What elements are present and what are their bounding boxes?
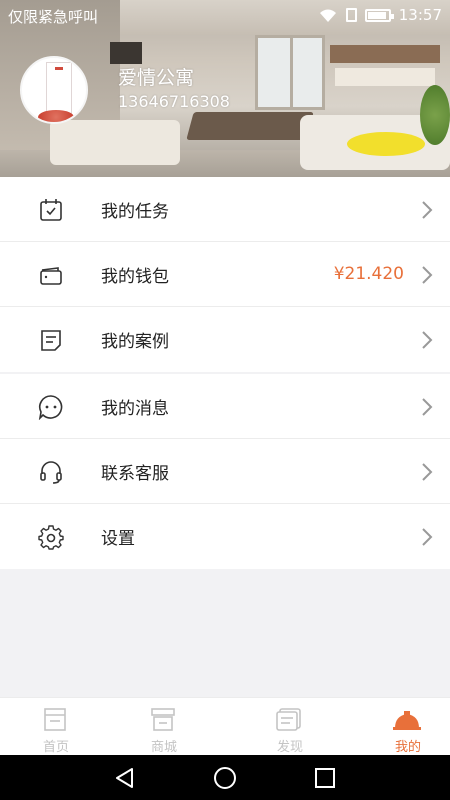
chevron-right-icon xyxy=(422,266,433,284)
menu-item-label: 联系客服 xyxy=(101,463,169,484)
menu-item-my-wallet[interactable]: 我的钱包 ¥21.420 xyxy=(0,242,450,307)
tab-label: 发现 xyxy=(276,740,303,755)
header-background-plant xyxy=(420,85,450,145)
battery-icon xyxy=(364,8,394,22)
avatar[interactable] xyxy=(20,56,88,124)
wallet-icon xyxy=(40,267,62,285)
profile-phone: 13646716308 xyxy=(118,92,230,111)
wifi-icon xyxy=(319,9,336,22)
tab-profile[interactable]: 我的 xyxy=(352,698,450,756)
menu-item-settings[interactable]: 设置 xyxy=(0,504,450,569)
header-background-table xyxy=(186,112,314,140)
tab-discover[interactable]: 发现 xyxy=(234,698,346,756)
shop-icon xyxy=(151,708,175,731)
wallet-balance: ¥21.420 xyxy=(333,264,404,284)
clock: 13:57 xyxy=(398,6,442,24)
header-background-stool xyxy=(347,132,425,156)
carrier-text: 仅限紧急呼叫 xyxy=(8,8,99,26)
menu-item-label: 我的消息 xyxy=(101,398,169,419)
tab-home[interactable]: 首页 xyxy=(0,698,112,756)
home-icon xyxy=(44,708,66,731)
discover-icon xyxy=(276,708,301,731)
status-bar: 仅限紧急呼叫 13:57 xyxy=(0,0,450,32)
home-circle-icon[interactable] xyxy=(213,766,237,790)
menu-item-my-tasks[interactable]: 我的任务 xyxy=(0,177,450,242)
profile-header: 仅限紧急呼叫 13:57 爱情公寓 13646716308 xyxy=(0,0,450,177)
menu-item-label: 设置 xyxy=(101,529,135,549)
bottom-tab-bar: 首页 商城 发现 我的 xyxy=(0,697,450,755)
chevron-right-icon xyxy=(422,463,433,481)
menu-item-label: 我的案例 xyxy=(101,332,169,352)
case-document-icon xyxy=(41,330,61,351)
gear-icon xyxy=(38,525,64,550)
headset-icon xyxy=(40,461,62,484)
menu-item-contact-support[interactable]: 联系客服 xyxy=(0,439,450,504)
chevron-right-icon xyxy=(422,331,433,349)
menu-item-my-messages[interactable]: 我的消息 xyxy=(0,374,450,439)
header-background-tv xyxy=(110,42,142,64)
menu-item-label: 我的钱包 xyxy=(101,266,169,287)
header-background-sofa xyxy=(50,120,180,165)
header-background-window xyxy=(255,35,325,110)
profile-helmet-icon xyxy=(393,711,421,730)
menu-group-support: 我的消息 联系客服 设置 xyxy=(0,374,450,569)
sim-icon xyxy=(345,8,357,22)
profile-name[interactable]: 爱情公寓 xyxy=(118,63,194,90)
task-calendar-icon xyxy=(40,199,62,221)
tab-label: 我的 xyxy=(394,740,421,755)
back-icon[interactable] xyxy=(113,766,137,790)
recents-square-icon[interactable] xyxy=(313,766,337,790)
menu-group-account: 我的任务 我的钱包 ¥21.420 我的案例 xyxy=(0,177,450,372)
header-background-counter xyxy=(335,68,435,86)
chevron-right-icon xyxy=(422,398,433,416)
tab-label: 商城 xyxy=(150,740,177,755)
chevron-right-icon xyxy=(422,201,433,219)
tab-label: 首页 xyxy=(42,740,69,755)
menu-item-label: 我的任务 xyxy=(101,201,169,222)
header-background-shelf xyxy=(330,45,440,63)
message-bubble-icon xyxy=(38,395,63,420)
system-navigation-bar xyxy=(0,755,450,800)
tab-shop[interactable]: 商城 xyxy=(108,698,220,756)
menu-item-my-cases[interactable]: 我的案例 xyxy=(0,307,450,372)
chevron-right-icon xyxy=(422,528,433,546)
